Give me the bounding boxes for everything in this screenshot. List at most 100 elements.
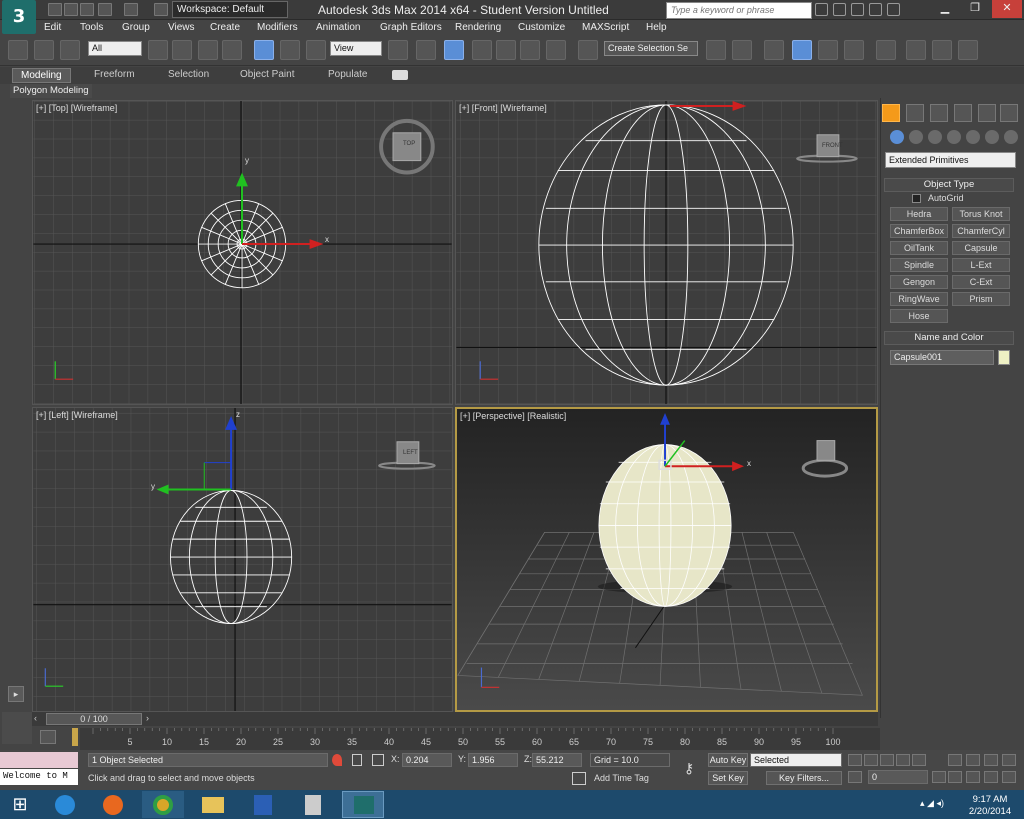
play-icon[interactable]	[880, 754, 894, 766]
next-frame-icon[interactable]	[896, 754, 910, 766]
keyboard-shortcut-override-icon[interactable]	[444, 40, 464, 60]
select-and-scale-icon[interactable]	[306, 40, 326, 60]
ribbon-tab-object-paint[interactable]: Object Paint	[232, 68, 302, 83]
field-of-view-icon[interactable]	[948, 771, 962, 783]
menu-tools[interactable]: Tools	[80, 22, 103, 33]
ribbon-tab-modeling[interactable]: Modeling	[12, 68, 71, 83]
calculator-icon[interactable]	[292, 791, 334, 818]
track-bar[interactable]: 5 10 15 20 25 30 35 40 45 50 55 60 65 70 75 80 85 90 95 100	[80, 728, 880, 750]
viewport-top[interactable]: [+] [Top] [Wireframe] TOP y x	[32, 100, 453, 405]
helpers-icon[interactable]	[966, 130, 980, 144]
system-tray-icons[interactable]: ▴ ◢ ◂)	[920, 798, 960, 810]
x-coordinate-input[interactable]: 0.204	[402, 753, 452, 767]
motion-tab-icon[interactable]	[954, 104, 972, 122]
viewport-label[interactable]: [+] [Left] [Wireframe]	[36, 410, 118, 420]
ribbon-tab-freeform[interactable]: Freeform	[86, 68, 143, 83]
time-tag-icon[interactable]	[572, 772, 586, 785]
graphite-ribbon-icon[interactable]	[792, 40, 812, 60]
rectangular-selection-icon[interactable]	[198, 40, 218, 60]
internet-explorer-icon[interactable]	[44, 791, 86, 818]
binoculars-icon[interactable]	[815, 3, 828, 16]
layer-manager-icon[interactable]	[764, 40, 784, 60]
schematic-view-icon[interactable]	[844, 40, 864, 60]
autogrid-checkbox[interactable]	[912, 194, 921, 203]
reference-coordinate-dropdown[interactable]: View	[330, 41, 382, 56]
select-and-move-icon[interactable]	[254, 40, 274, 60]
cameras-icon[interactable]	[947, 130, 961, 144]
rollout-name-and-color[interactable]: Name and Color	[884, 331, 1014, 345]
viewport-label[interactable]: [+] [Front] [Wireframe]	[459, 103, 547, 113]
time-slider-thumb[interactable]: 0 / 100	[46, 713, 142, 725]
open-file-icon[interactable]	[64, 3, 78, 16]
zoom-extents-icon[interactable]	[984, 754, 998, 766]
menu-help[interactable]: Help	[646, 22, 667, 33]
systems-icon[interactable]	[1004, 130, 1018, 144]
window-crossing-icon[interactable]	[222, 40, 242, 60]
bind-space-warp-icon[interactable]	[60, 40, 80, 60]
primitive-category-dropdown[interactable]: Extended Primitives	[885, 152, 1016, 168]
viewport-left[interactable]: [+] [Left] [Wireframe] LEFT y z	[32, 407, 453, 712]
previous-frame-icon[interactable]	[864, 754, 878, 766]
ribbon-panel-polygon-modeling[interactable]: Polygon Modeling	[10, 84, 92, 98]
chamfercyl-button[interactable]: ChamferCyl	[952, 224, 1010, 238]
time-next-arrow[interactable]: ›	[146, 713, 156, 725]
prism-button[interactable]: Prism	[952, 292, 1010, 306]
select-object-icon[interactable]	[148, 40, 168, 60]
edit-named-selection-icon[interactable]	[578, 40, 598, 60]
set-key-button[interactable]: Set Key	[708, 771, 748, 785]
object-color-swatch[interactable]	[998, 350, 1010, 365]
maxscript-listener-pink[interactable]	[0, 752, 78, 768]
favorites-star-icon[interactable]	[869, 3, 882, 16]
subscription-icon[interactable]	[833, 3, 846, 16]
c-ext-button[interactable]: C-Ext	[952, 275, 1010, 289]
key-mode-toggle-icon[interactable]	[848, 771, 862, 783]
viewcube-label[interactable]: FRONT	[822, 143, 843, 149]
maximize-viewport-icon[interactable]	[1002, 771, 1016, 783]
y-coordinate-input[interactable]: 1.956	[468, 753, 518, 767]
angle-snap-icon[interactable]	[496, 40, 516, 60]
orbit-icon[interactable]	[984, 771, 998, 783]
close-button[interactable]: ✕	[992, 0, 1022, 18]
torus-knot-button[interactable]: Torus Knot	[952, 207, 1010, 221]
add-time-tag[interactable]: Add Time Tag	[594, 773, 649, 783]
rendered-frame-window-icon[interactable]	[932, 40, 952, 60]
menu-animation[interactable]: Animation	[316, 22, 360, 33]
communication-icon[interactable]	[851, 3, 864, 16]
material-editor-icon[interactable]	[876, 40, 896, 60]
project-folder-icon[interactable]	[154, 3, 168, 16]
snaps-toggle-icon[interactable]	[472, 40, 492, 60]
menu-edit[interactable]: Edit	[44, 22, 61, 33]
hierarchy-tab-icon[interactable]	[930, 104, 948, 122]
menu-group[interactable]: Group	[122, 22, 150, 33]
modify-tab-icon[interactable]	[906, 104, 924, 122]
zoom-icon[interactable]	[948, 754, 962, 766]
geometry-icon[interactable]	[890, 130, 904, 144]
menu-customize[interactable]: Customize	[518, 22, 565, 33]
workspace-dropdown[interactable]: Workspace: Default	[172, 1, 288, 18]
named-selection-dropdown[interactable]: Create Selection Se	[604, 41, 698, 56]
viewport-label[interactable]: [+] [Top] [Wireframe]	[36, 103, 117, 113]
spinner-snap-icon[interactable]	[546, 40, 566, 60]
render-production-icon[interactable]	[958, 40, 978, 60]
viewport-perspective[interactable]: [+] [Perspective] [Realistic] x	[455, 407, 878, 712]
ringwave-button[interactable]: RingWave	[890, 292, 948, 306]
mirror-icon[interactable]	[706, 40, 726, 60]
menu-create[interactable]: Create	[210, 22, 240, 33]
current-frame-input[interactable]: 0	[868, 770, 928, 784]
set-key-key-icon[interactable]: ⚷	[676, 760, 702, 776]
pan-view-icon[interactable]	[966, 771, 980, 783]
manipulate-icon[interactable]	[416, 40, 436, 60]
z-coordinate-input[interactable]: 55.212	[532, 753, 582, 767]
app-menu-button[interactable]: 3	[2, 0, 36, 34]
windows-start-icon[interactable]: ⊞	[6, 794, 34, 816]
help-icon[interactable]	[887, 3, 900, 16]
menu-graph-editors[interactable]: Graph Editors	[380, 22, 442, 33]
isolate-icon[interactable]	[332, 754, 342, 766]
3ds-max-taskbar-icon[interactable]	[342, 791, 384, 818]
hedra-button[interactable]: Hedra	[890, 207, 948, 221]
expand-panel-icon[interactable]: ▸	[8, 686, 24, 702]
rollout-object-type[interactable]: Object Type	[884, 178, 1014, 192]
viewcube-label[interactable]: TOP	[403, 141, 415, 147]
display-tab-icon[interactable]	[978, 104, 996, 122]
ribbon-tab-populate[interactable]: Populate	[320, 68, 375, 83]
